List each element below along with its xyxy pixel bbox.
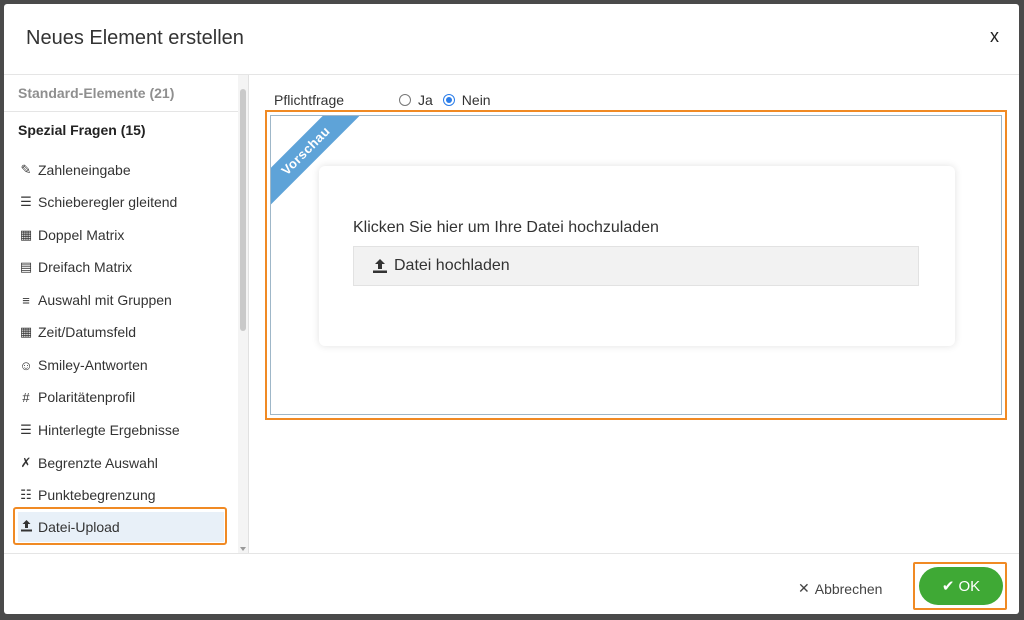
sidebar-item-label: Begrenzte Auswahl (38, 455, 158, 471)
dialog-title: Neues Element erstellen (26, 27, 244, 49)
ok-button[interactable]: ✔ OK (919, 567, 1003, 605)
upload-button-label: Datei hochladen (394, 257, 510, 274)
dialog: Neues Element erstellen x Standard-Eleme… (4, 4, 1019, 614)
radio-circle-ja[interactable] (399, 94, 411, 106)
radio-circle-nein[interactable] (442, 94, 455, 106)
group-list-icon: ≡ (22, 292, 30, 308)
point-limit-icon: ☷ (20, 487, 32, 502)
close-icon: ✕ (798, 580, 810, 596)
sidebar-item-zeit-datum[interactable]: ▦ Zeit/Datumsfeld (18, 317, 224, 347)
stored-results-icon: ☰ (20, 422, 32, 437)
limited-choice-icon: ✗ (20, 455, 32, 470)
scroll-down-icon[interactable] (240, 547, 246, 551)
sidebar-item-label: Hinterlegte Ergebnisse (38, 422, 180, 438)
double-matrix-icon: ▦ (19, 227, 33, 242)
sidebar-item-label: Zahleneingabe (38, 162, 131, 178)
sidebar-item-label: Smiley-Antworten (38, 357, 148, 373)
cancel-button[interactable]: ✕ Abbrechen (798, 580, 882, 597)
hash-icon: # (22, 389, 30, 405)
sidebar-item-schieberegler[interactable]: ☰ Schieberegler gleitend (18, 187, 224, 217)
sidebar-item-polaritaet[interactable]: # Polaritätenprofil (18, 382, 224, 412)
radio-ja-label: Ja (418, 92, 433, 108)
required-question-row: Pflichtfrage Ja Nein (274, 92, 501, 108)
triple-matrix-icon: ▤ (19, 259, 33, 274)
sidebar-item-label: Doppel Matrix (38, 227, 125, 243)
cancel-label: Abbrechen (814, 580, 883, 597)
sidebar-item-label: Dreifach Matrix (38, 259, 133, 275)
upload-icon (372, 258, 388, 274)
upload-question: Klicken Sie hier um Ihre Datei hochzulad… (353, 219, 659, 236)
radio-nein-label: Nein (461, 92, 491, 108)
dialog-footer: ✕ Abbrechen ✔ OK (4, 553, 1019, 615)
sidebar-item-dreifach-matrix[interactable]: ▤ Dreifach Matrix (18, 252, 224, 282)
sidebar-scrollbar[interactable] (238, 75, 248, 553)
sidebar-item-auswahl-gruppen[interactable]: ≡ Auswahl mit Gruppen (18, 285, 224, 315)
dialog-header: Neues Element erstellen x (4, 4, 1019, 75)
preview-card: Klicken Sie hier um Ihre Datei hochzulad… (319, 166, 955, 346)
sidebar-item-doppel-matrix[interactable]: ▦ Doppel Matrix (18, 220, 224, 250)
sidebar-item-smiley[interactable]: ☺ Smiley-Antworten (18, 350, 224, 380)
slider-icon: ☰ (20, 194, 32, 209)
sidebar-item-hinterlegte[interactable]: ☰ Hinterlegte Ergebnisse (18, 415, 224, 445)
sidebar-item-punktebegrenzung[interactable]: ☷ Punktebegrenzung (18, 480, 224, 510)
ok-label: OK (958, 577, 981, 595)
preview-panel: Vorschau Klicken Sie hier um Ihre Datei … (270, 115, 1002, 415)
check-icon: ✔ (941, 578, 955, 595)
required-label: Pflichtfrage (274, 92, 345, 108)
sidebar-item-label: Punktebegrenzung (38, 487, 156, 503)
sidebar-divider (4, 111, 238, 112)
sidebar-item-label: Auswahl mit Gruppen (38, 292, 172, 308)
element-sidebar: Standard-Elemente (21) Spezial Fragen (1… (4, 75, 249, 553)
upload-button[interactable]: Datei hochladen (353, 246, 919, 286)
group-special-questions[interactable]: Spezial Fragen (15) (18, 122, 146, 138)
main-panel: Pflichtfrage Ja Nein Vorschau Klicken Si… (249, 75, 1019, 553)
sidebar-item-label: Schieberegler gleitend (38, 194, 178, 210)
radio-nein[interactable]: Nein (442, 92, 491, 108)
close-button[interactable]: x (990, 26, 999, 46)
sidebar-item-label: Polaritätenprofil (38, 389, 136, 405)
preview-highlight: Vorschau Klicken Sie hier um Ihre Datei … (265, 110, 1007, 420)
calendar-icon: ▦ (19, 324, 33, 339)
sidebar-item-begrenzte[interactable]: ✗ Begrenzte Auswahl (18, 448, 224, 478)
selection-highlight (13, 507, 227, 545)
smiley-icon: ☺ (19, 357, 33, 373)
sidebar-item-zahleneingabe[interactable]: ✎ Zahleneingabe (18, 155, 224, 185)
sidebar-item-label: Zeit/Datumsfeld (38, 324, 137, 340)
group-standard-elements[interactable]: Standard-Elemente (21) (18, 85, 174, 101)
radio-ja[interactable]: Ja (399, 92, 433, 108)
pencil-icon: ✎ (20, 162, 32, 177)
scrollbar-thumb[interactable] (240, 89, 246, 331)
